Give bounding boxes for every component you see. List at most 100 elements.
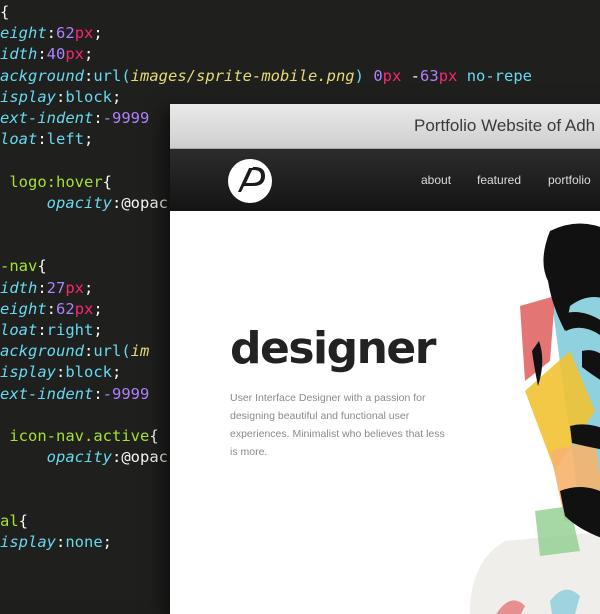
nav-link-featured[interactable]: featured (477, 173, 521, 187)
code-line: ackground:url(images/sprite-mobile.png) … (0, 66, 532, 87)
code-token: : (84, 66, 94, 85)
code-line: opacity:@opac (0, 447, 168, 468)
code-token: px (65, 45, 85, 64)
nav-link-about[interactable]: about (421, 173, 451, 187)
code-line: ackground:url(im (0, 341, 149, 362)
code-token: ; (93, 24, 103, 43)
code-token: url( (93, 66, 131, 85)
hero-section: designer User Interface Designer with a … (170, 211, 600, 614)
code-line: { (0, 2, 9, 23)
code-token: : (111, 448, 122, 467)
code-line: isplay:block; (0, 362, 121, 383)
browser-window: Portfolio Website of Adh about featured … (170, 104, 600, 614)
site-navigation: about featured portfolio (170, 149, 600, 211)
code-token: images/sprite-mobile.png (130, 66, 355, 85)
code-token: -nav (0, 257, 38, 276)
code-token: isplay (0, 363, 56, 382)
browser-title-bar: Portfolio Website of Adh (170, 104, 600, 149)
code-line: loat:right; (0, 320, 103, 341)
code-token: : (46, 299, 57, 318)
code-line: opacity:@opac (0, 193, 168, 214)
code-token: loat (0, 321, 38, 339)
code-line: idth:27px; (0, 278, 93, 299)
code-token: idth (0, 278, 38, 297)
code-token: logo:hover (0, 172, 103, 191)
code-token: right (46, 321, 94, 339)
code-token: : (37, 278, 47, 297)
code-token: isplay (0, 87, 56, 106)
code-token: block (65, 363, 113, 382)
code-token: al (0, 511, 19, 530)
code-line: loat:left; (0, 129, 93, 150)
code-token: opacity (0, 193, 112, 212)
code-token: opacity (0, 448, 112, 467)
code-token: - (401, 66, 421, 85)
code-token: icon-nav.active (0, 427, 150, 445)
code-token: ; (93, 299, 103, 318)
code-token: : (93, 109, 103, 127)
code-token: ; (84, 45, 94, 64)
code-token: px (438, 66, 458, 85)
code-line: eight:62px; (0, 299, 103, 320)
code-line: eight:62px; (0, 23, 103, 44)
window-title: Portfolio Website of Adh (414, 116, 596, 135)
code-token: ext-indent (0, 109, 94, 127)
code-token: ackground (0, 342, 84, 361)
code-token: ; (102, 533, 113, 551)
code-token: @opac (121, 448, 168, 467)
code-token: url( (93, 342, 131, 361)
code-token: 40 (46, 45, 66, 64)
code-token: : (56, 533, 66, 551)
code-token: eight (0, 24, 47, 43)
code-token: : (56, 87, 66, 106)
code-line: logo:hover{ (0, 172, 112, 193)
code-token: 0 (373, 66, 383, 85)
code-token: -9999 (102, 109, 150, 127)
code-line: isplay:none; (0, 532, 112, 553)
code-token: : (84, 342, 94, 361)
code-line: -nav{ (0, 256, 47, 277)
code-token: ; (112, 87, 122, 106)
code-token: none (65, 533, 103, 551)
code-token: eight (0, 299, 47, 318)
code-token: : (93, 384, 103, 403)
code-line: ext-indent:-9999 (0, 108, 149, 129)
code-token: left (46, 130, 84, 149)
code-token: block (65, 87, 113, 106)
code-token: px (74, 24, 94, 43)
nav-link-portfolio[interactable]: portfolio (548, 173, 591, 187)
code-token: idth (0, 45, 38, 64)
code-token: 63 (420, 66, 439, 85)
code-token: loat (0, 130, 38, 149)
code-token: { (0, 3, 10, 21)
code-token: : (46, 24, 57, 43)
code-line: isplay:block; (0, 87, 121, 108)
code-token: : (37, 321, 47, 339)
code-token: { (18, 511, 29, 530)
code-token: ackground (0, 66, 84, 85)
code-token: : (37, 45, 47, 64)
code-token: -9999 (102, 384, 150, 403)
code-token: ; (112, 363, 122, 382)
code-token: im (130, 342, 150, 361)
code-token: ext-indent (0, 384, 94, 403)
code-token: : (37, 130, 47, 149)
site-logo-icon[interactable] (228, 159, 272, 203)
code-token: 62 (56, 24, 75, 43)
code-line: al{ (0, 511, 28, 532)
code-token: 62 (56, 299, 75, 318)
code-token: ) (354, 66, 364, 85)
code-token: isplay (0, 533, 56, 551)
code-line: idth:40px; (0, 44, 93, 65)
portrait-illustration (470, 223, 600, 614)
code-line: icon-nav.active{ (0, 426, 159, 447)
code-token: ; (84, 278, 94, 297)
code-line: ext-indent:-9999 (0, 384, 149, 405)
code-token: ; (93, 321, 103, 339)
code-token: : (111, 193, 122, 212)
code-token: no-repe (457, 66, 533, 85)
code-token: { (149, 427, 159, 445)
code-token: { (102, 172, 112, 191)
code-token: 27 (46, 278, 66, 297)
